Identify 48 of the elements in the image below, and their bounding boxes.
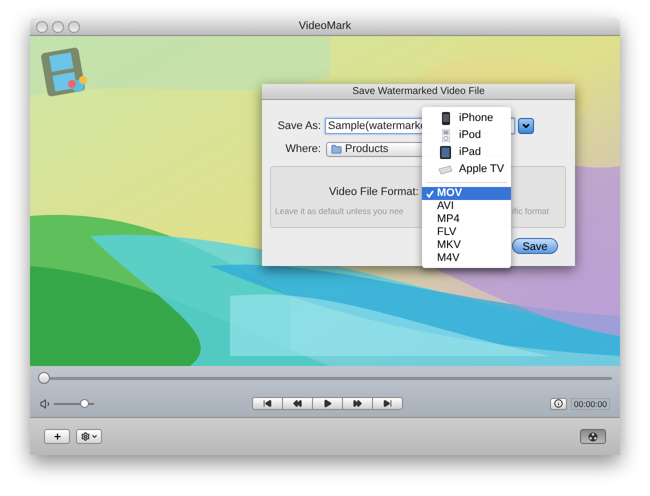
hint-text: Leave it as default unless you nee: [275, 204, 404, 218]
device-menu-item[interactable]: Apple TV: [422, 161, 511, 178]
seek-thumb[interactable]: [38, 372, 50, 384]
transport-button[interactable]: [252, 397, 283, 410]
folder-icon: [331, 144, 342, 154]
skip-back-icon: [263, 399, 272, 408]
where-label: Where:: [284, 142, 322, 157]
music-player-icon: [442, 129, 450, 142]
save-button[interactable]: Save: [512, 238, 558, 254]
volume-slider[interactable]: [54, 399, 94, 408]
transport-button[interactable]: [312, 397, 343, 410]
time-display: 00:00:00: [570, 398, 610, 410]
format-menu-item[interactable]: MOV: [422, 187, 511, 200]
play-icon: [323, 399, 332, 408]
format-menu-item[interactable]: FLV: [422, 226, 511, 239]
reel-button[interactable]: [580, 429, 606, 444]
plus-icon: [52, 432, 62, 441]
rewind-icon: [293, 399, 302, 408]
info-icon: [554, 399, 563, 408]
tv-box-icon: [438, 164, 453, 174]
info-button[interactable]: [550, 398, 567, 410]
format-menu-item[interactable]: MKV: [422, 239, 511, 252]
window-title: VideoMark: [298, 19, 352, 34]
settings-button[interactable]: [76, 429, 102, 444]
format-label: Video File Format:: [329, 185, 419, 200]
skip-forward-icon: [383, 399, 392, 408]
dialog-title: Save Watermarked Video File: [352, 85, 485, 99]
tablet-icon: [440, 146, 451, 159]
add-button[interactable]: [44, 429, 70, 444]
volume-icon: [40, 398, 52, 410]
transport-button[interactable]: [342, 397, 373, 410]
fast-forward-icon: [353, 399, 362, 408]
film-reel-icon: [588, 432, 598, 442]
expand-button[interactable]: [518, 118, 534, 134]
format-menu-item[interactable]: MP4: [422, 213, 511, 226]
volume-thumb[interactable]: [80, 399, 90, 408]
transport-button[interactable]: [372, 397, 403, 410]
transport-button[interactable]: [282, 397, 313, 410]
phone-icon: [442, 112, 450, 125]
checkmark-icon: [426, 190, 434, 198]
save-as-label: Save As:: [276, 118, 322, 134]
seek-slider[interactable]: [38, 372, 612, 384]
hint-text: ific format: [512, 204, 549, 218]
format-menu-item[interactable]: AVI: [422, 200, 511, 213]
settings-icon: [80, 432, 90, 441]
format-menu-item[interactable]: M4V: [422, 252, 511, 265]
caret-icon: [90, 433, 98, 440]
caret-icon: [521, 121, 531, 131]
